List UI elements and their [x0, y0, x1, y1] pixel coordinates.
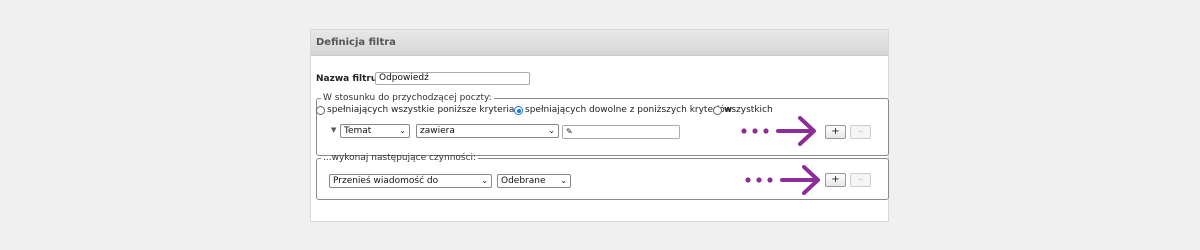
field-select-value: Temat: [344, 126, 372, 136]
radio-any-criteria-label: spełniających dowolne z poniższych kryte…: [525, 105, 733, 115]
chevron-down-icon: ⌄: [560, 176, 567, 185]
operator-select[interactable]: zawiera ⌄: [416, 124, 559, 138]
folder-select[interactable]: Odebrane ⌄: [497, 174, 571, 188]
chevron-down-icon: ⌄: [548, 126, 555, 135]
field-select[interactable]: Temat ⌄: [340, 124, 410, 138]
action-select-value: Przenieś wiadomość do: [333, 176, 439, 186]
chevron-down-icon: ⌄: [399, 126, 406, 135]
panel-title: Definicja filtra: [311, 30, 888, 56]
remove-condition-button[interactable]: –: [850, 125, 871, 139]
edit-tag-icon[interactable]: ✎: [566, 127, 573, 136]
filter-name-label: Nazwa filtru:: [316, 74, 381, 84]
add-condition-button[interactable]: +: [825, 125, 846, 139]
arrow-right-icon: [745, 165, 820, 195]
conditions-legend: W stosunku do przychodzącej poczty:: [323, 93, 492, 103]
operator-select-value: zawiera: [420, 126, 455, 136]
chevron-down-icon[interactable]: ▼: [331, 126, 336, 134]
radio-all-messages[interactable]: [713, 106, 722, 115]
action-select[interactable]: Przenieś wiadomość do ⌄: [329, 174, 492, 188]
filter-definition-panel: Definicja filtra Nazwa filtru: Odpowiedź…: [310, 29, 889, 222]
chevron-down-icon: ⌄: [481, 176, 488, 185]
remove-action-button[interactable]: –: [850, 173, 871, 187]
folder-select-value: Odebrane: [501, 176, 546, 186]
filter-name-input[interactable]: Odpowiedź: [375, 72, 530, 85]
arrow-right-icon: [741, 116, 816, 146]
condition-value-input[interactable]: ✎: [562, 125, 680, 139]
actions-legend: ...wykonaj następujące czynności:: [323, 153, 477, 163]
radio-all-criteria[interactable]: [316, 106, 325, 115]
radio-any-criteria[interactable]: [514, 106, 523, 115]
add-action-button[interactable]: +: [825, 173, 846, 187]
radio-all-criteria-label: spełniających wszystkie poniższe kryteri…: [327, 105, 515, 115]
